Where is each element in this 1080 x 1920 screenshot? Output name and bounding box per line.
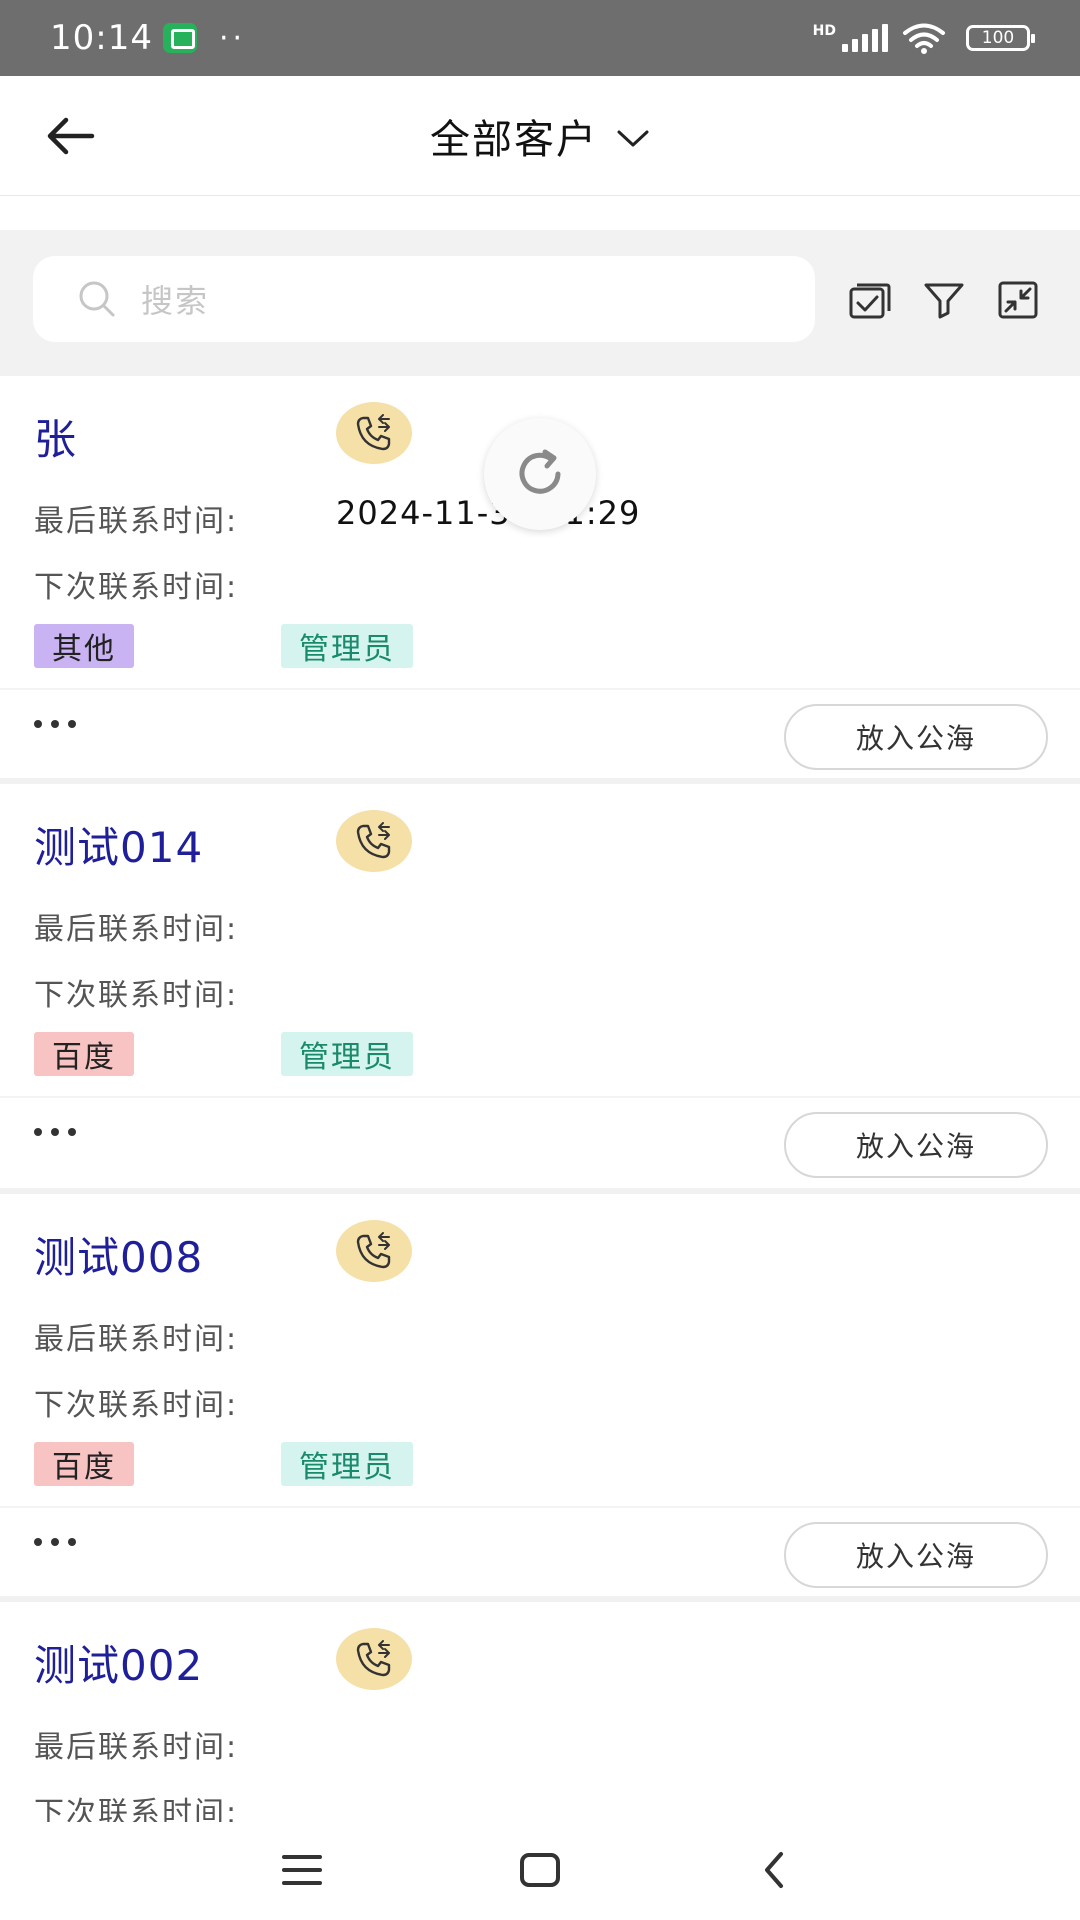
last-contact-label: 最后联系时间: (34, 504, 239, 539)
search-icon (79, 281, 115, 317)
role-tag: 管理员 (281, 624, 413, 668)
call-button[interactable] (336, 1628, 412, 1690)
call-button[interactable] (336, 1220, 412, 1282)
collapse-button[interactable] (992, 274, 1044, 326)
card-footer: 放入公海 (0, 1506, 1080, 1602)
home-square-icon (520, 1853, 560, 1887)
menu-icon (282, 1855, 322, 1885)
search-placeholder: 搜索 (141, 282, 210, 320)
filter-icon (924, 283, 964, 319)
phone-icon (356, 1640, 391, 1677)
customer-name[interactable]: 测试002 (34, 1632, 203, 1693)
filter-button[interactable] (918, 274, 970, 326)
role-tag: 管理员 (281, 1442, 413, 1486)
network-type-label: HD (812, 23, 836, 39)
phone-icon (356, 414, 391, 451)
page-title: 全部客户 (430, 117, 598, 163)
refresh-indicator (484, 418, 596, 530)
call-button[interactable] (336, 810, 412, 872)
next-contact-label: 下次联系时间: (34, 1388, 239, 1423)
header-title-dropdown[interactable]: 全部客户 (0, 76, 1080, 196)
customer-name[interactable]: 张 (34, 406, 77, 467)
search-toolbar: 搜索 (0, 230, 1080, 370)
last-contact-value: 2024-11-30 11:29 (336, 494, 641, 532)
next-contact-label: 下次联系时间: (34, 978, 239, 1013)
signal-icon (842, 24, 888, 52)
move-to-pool-button[interactable]: 放入公海 (784, 1112, 1048, 1178)
customer-card[interactable]: 测试002 最后联系时间: 下次联系时间: (0, 1596, 1080, 1831)
last-contact-label: 最后联系时间: (34, 912, 239, 947)
battery-level: 100 (981, 28, 1015, 48)
role-tag: 管理员 (281, 1032, 413, 1076)
batch-select-icon (849, 283, 891, 319)
nav-home-button[interactable] (508, 1842, 572, 1898)
phone-icon (356, 1232, 391, 1269)
move-to-pool-button[interactable]: 放入公海 (784, 1522, 1048, 1588)
next-contact-label: 下次联系时间: (34, 570, 239, 605)
phone-icon (356, 822, 391, 859)
app-notification-icon (162, 23, 197, 53)
customer-card[interactable]: 测试014 最后联系时间: 下次联系时间: 百度 管理员 放入公海 (0, 778, 1080, 1188)
call-button[interactable] (336, 402, 412, 464)
source-tag: 百度 (34, 1032, 134, 1076)
status-time: 10:14 (50, 18, 153, 58)
system-nav-bar (0, 1822, 1080, 1920)
refresh-icon (519, 449, 561, 494)
back-button[interactable] (40, 106, 100, 166)
wifi-icon (903, 23, 945, 54)
customer-name[interactable]: 测试008 (34, 1224, 203, 1285)
card-footer: 放入公海 (0, 688, 1080, 784)
nav-menu-button[interactable] (270, 1842, 334, 1898)
nav-back-icon (765, 1852, 783, 1888)
source-tag: 其他 (34, 624, 134, 668)
customer-name[interactable]: 测试014 (34, 814, 203, 875)
collapse-icon (998, 281, 1038, 319)
status-indicators: HD 100 (812, 22, 1035, 54)
move-to-pool-button[interactable]: 放入公海 (784, 704, 1048, 770)
more-options-icon[interactable] (34, 1538, 76, 1546)
card-footer: 放入公海 (0, 1096, 1080, 1192)
battery-icon: 100 (966, 25, 1035, 51)
nav-back-button[interactable] (742, 1842, 806, 1898)
batch-select-button[interactable] (844, 274, 896, 326)
customer-card[interactable]: 测试008 最后联系时间: 下次联系时间: 百度 管理员 放入公海 (0, 1188, 1080, 1596)
last-contact-label: 最后联系时间: (34, 1322, 239, 1357)
search-input[interactable]: 搜索 (33, 256, 815, 342)
top-header: 全部客户 (0, 76, 1080, 196)
source-tag: 百度 (34, 1442, 134, 1486)
more-options-icon[interactable] (34, 720, 76, 728)
status-bar: 10:14 ·· HD 100 (0, 0, 1080, 76)
last-contact-label: 最后联系时间: (34, 1730, 239, 1765)
more-options-icon[interactable] (34, 1128, 76, 1136)
status-dots: ·· (218, 20, 247, 56)
chevron-down-icon (617, 130, 649, 147)
back-arrow-icon (47, 117, 95, 155)
